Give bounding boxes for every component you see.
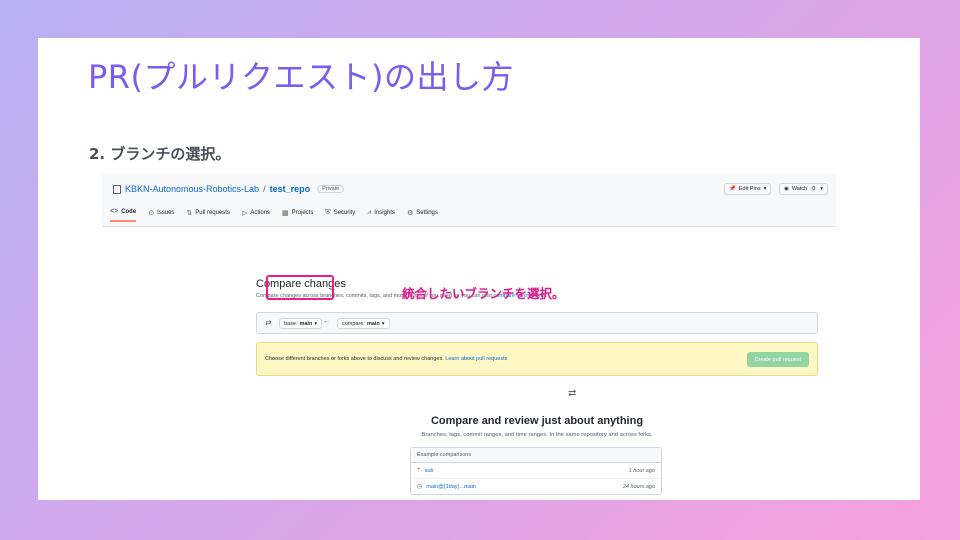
tab-label: Security xyxy=(333,209,356,216)
repo-tabs: <> Code ⊙ Issues ⇅ Pull requests ▷ Actio… xyxy=(110,208,438,222)
example-time: 24 hours ago xyxy=(622,483,655,490)
tab-label: Pull requests xyxy=(195,209,230,216)
code-icon: <> xyxy=(110,208,119,215)
flash-notice: Choose different branches or forks above… xyxy=(256,342,818,376)
pull-request-icon: ⇅ xyxy=(186,209,193,217)
example-row[interactable]: ◷ main@{1day}...main 24 hours ago xyxy=(411,479,661,494)
repo-name-link[interactable]: test_repo xyxy=(270,184,311,194)
example-row[interactable]: ᛘ sub 1 hour ago xyxy=(411,463,661,479)
chevron-down-icon: ▾ xyxy=(314,320,318,327)
review-title: Compare and review just about anything xyxy=(430,415,644,427)
watch-label: Watch xyxy=(791,186,808,192)
pin-icon: 📌 xyxy=(729,186,736,192)
watch-button[interactable]: ◉ Watch 0 ▾ xyxy=(779,183,829,195)
eye-icon: ◉ xyxy=(784,186,789,192)
graph-icon: ⩘ xyxy=(367,208,372,216)
tab-actions[interactable]: ▷ Actions xyxy=(242,208,270,222)
edit-pins-button[interactable]: 📌 Edit Pins ▾ xyxy=(724,183,772,195)
tab-label: Settings xyxy=(416,209,438,216)
tab-label: Actions xyxy=(250,209,271,216)
example-label: main@{1day}...main xyxy=(426,483,476,490)
repo-header: KBKN-Autonomous-Robotics-Lab / test_repo… xyxy=(102,174,836,227)
shield-icon: ⛨ xyxy=(325,208,331,216)
tab-code[interactable]: <> Code xyxy=(110,208,137,222)
chevron-down-icon: ▾ xyxy=(763,186,767,192)
compare-highlight-box xyxy=(266,275,334,300)
git-compare-icon: ⇄ xyxy=(568,388,577,399)
tab-label: Insights xyxy=(374,209,395,216)
table-icon: ▦ xyxy=(282,209,289,217)
tab-label: Projects xyxy=(291,209,314,216)
repo-breadcrumb: KBKN-Autonomous-Robotics-Lab / test_repo… xyxy=(113,184,345,194)
edit-pins-label: Edit Pins xyxy=(738,186,761,192)
clock-icon: ◷ xyxy=(417,484,423,490)
base-label: base: xyxy=(284,320,298,327)
annotation-text: 統合したいブランチを選択。 xyxy=(402,286,565,301)
base-value: main xyxy=(299,320,313,327)
slide-title: PR(プルリクエスト)の出し方 xyxy=(88,58,515,96)
tab-insights[interactable]: ⩘ Insights xyxy=(367,208,395,222)
range-editor: ⇄ base: main ▾ ← compare: main ▾ xyxy=(256,312,818,334)
visibility-badge: Private xyxy=(317,185,345,193)
base-branch-select[interactable]: base: main ▾ xyxy=(279,318,323,329)
repo-icon xyxy=(113,184,121,194)
create-pull-request-button[interactable]: Create pull request xyxy=(746,352,809,367)
issue-icon: ⊙ xyxy=(148,209,155,217)
flash-text: Choose different branches or forks above… xyxy=(265,356,507,362)
tab-projects[interactable]: ▦ Projects xyxy=(282,208,313,222)
play-icon: ▷ xyxy=(241,209,248,217)
tab-pull-requests[interactable]: ⇅ Pull requests xyxy=(186,208,230,222)
gear-icon: ⚙ xyxy=(406,209,414,217)
example-comparisons: Example comparisons ᛘ sub 1 hour ago ◷ m… xyxy=(410,447,662,495)
chevron-down-icon: ▾ xyxy=(381,320,385,327)
repo-separator: / xyxy=(263,184,266,194)
review-subtitle: Branches, tags, commit ranges, and time … xyxy=(421,432,653,438)
slide: PR(プルリクエスト)の出し方 2. ブランチの選択。 KBKN-Autonom… xyxy=(38,38,920,500)
tab-label: Code xyxy=(121,208,137,215)
git-compare-icon: ⇄ xyxy=(265,318,272,327)
compare-value: main xyxy=(366,320,380,327)
example-label: sub xyxy=(424,467,434,474)
examples-header: Example comparisons xyxy=(411,448,661,463)
chevron-down-icon: ▾ xyxy=(820,186,824,192)
compare-branch-select[interactable]: compare: main ▾ xyxy=(337,318,390,329)
tab-label: Issues xyxy=(157,209,175,216)
example-time: 1 hour ago xyxy=(628,467,655,474)
watch-count: 0 xyxy=(810,186,818,192)
flash-message: Choose different branches or forks above… xyxy=(265,356,444,362)
arrow-left-icon: ← xyxy=(323,318,330,325)
branch-icon: ᛘ xyxy=(417,467,421,474)
compare-label: compare: xyxy=(342,320,365,327)
tab-issues[interactable]: ⊙ Issues xyxy=(148,208,174,222)
step-title: 2. ブランチの選択。 xyxy=(89,145,231,163)
tab-security[interactable]: ⛨ Security xyxy=(325,208,355,222)
learn-pull-requests-link[interactable]: Learn about pull requests xyxy=(445,356,507,362)
tab-settings[interactable]: ⚙ Settings xyxy=(407,208,438,222)
github-screenshot: KBKN-Autonomous-Robotics-Lab / test_repo… xyxy=(102,174,836,495)
repo-owner-link[interactable]: KBKN-Autonomous-Robotics-Lab xyxy=(125,184,259,194)
